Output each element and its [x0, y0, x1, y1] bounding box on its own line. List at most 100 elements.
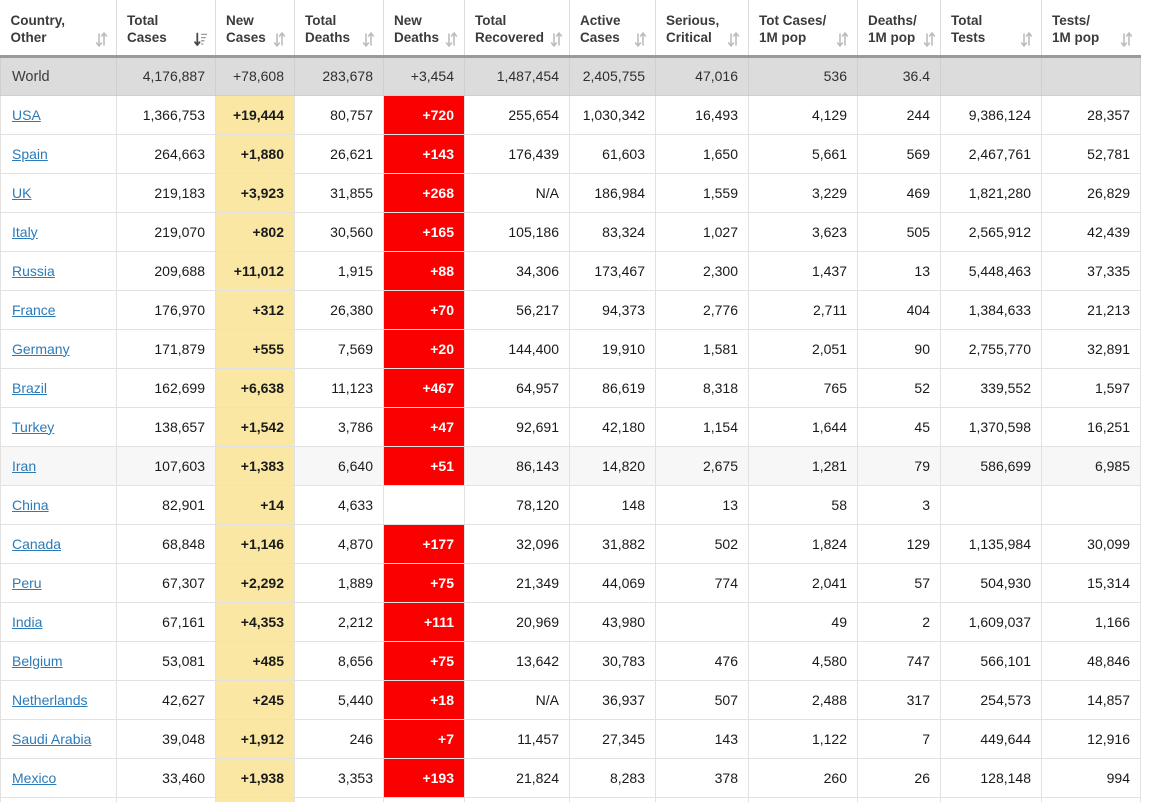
- table-row: USA 1,366,753 +19,444 80,757 +720 255,654 1,03…: [0, 94, 1141, 135]
- column-header-deaths_per_1m[interactable]: Deaths/1M pop: [857, 0, 941, 58]
- cell-tot_cases_per_1m: 1,122: [748, 718, 858, 759]
- country-link[interactable]: Canada: [12, 536, 61, 552]
- sort-both-icon[interactable]: [273, 31, 286, 47]
- country-link[interactable]: USA: [12, 107, 41, 123]
- column-header-country[interactable]: Country, Other: [0, 0, 117, 58]
- table-row: Peru 67,307 +2,292 1,889 +75 21,349 44,069 774 2…: [0, 562, 1141, 603]
- cell-tot_cases_per_1m: 49: [748, 601, 858, 642]
- country-link[interactable]: Russia: [12, 263, 55, 279]
- cell-total_tests: 1,384,633: [940, 289, 1042, 330]
- cell-tests_per_1m: [1041, 796, 1141, 802]
- sort-descending-icon[interactable]: [194, 32, 207, 47]
- table-row: Saudi Arabia 39,048 +1,912 246 +7 11,457 27,34…: [0, 718, 1141, 759]
- cell-serious_critical: 16,493: [655, 94, 749, 135]
- column-header-serious_critical[interactable]: Serious, Critical: [655, 0, 749, 58]
- country-link[interactable]: Netherlands: [12, 692, 88, 708]
- table-row: Turkey 138,657 +1,542 3,786 +47 92,691 42,180 1…: [0, 406, 1141, 447]
- cell-total_recovered: 1,487,454: [464, 55, 570, 96]
- country-link[interactable]: Turkey: [12, 419, 54, 435]
- covid-stats-table-container: Country, Other Total Cases New Cases Total Deat…: [0, 0, 1152, 802]
- cell-active_cases: 8,283: [569, 757, 656, 798]
- column-header-line1: New: [394, 12, 422, 28]
- cell-total_tests: 2,755,770: [940, 328, 1042, 369]
- cell-country: Netherlands: [0, 679, 117, 720]
- cell-new_deaths: +75: [383, 562, 465, 603]
- country-link[interactable]: Mexico: [12, 770, 56, 786]
- column-header-tot_cases_per_1m[interactable]: Tot Cases/1M pop: [748, 0, 858, 58]
- sort-both-icon[interactable]: [836, 31, 849, 47]
- country-link[interactable]: Italy: [12, 224, 38, 240]
- sort-both-icon[interactable]: [727, 31, 740, 47]
- country-link[interactable]: Brazil: [12, 380, 47, 396]
- column-header-line1: New: [226, 12, 254, 28]
- column-header-new_deaths[interactable]: New Deaths: [383, 0, 465, 58]
- cell-total_cases: 219,070: [116, 211, 216, 252]
- table-row: China 82,901 +14 4,633 78,120 148 13 58 3: [0, 484, 1141, 525]
- cell-total_tests: 2,565,912: [940, 211, 1042, 252]
- cell-total_cases: 4,176,887: [116, 55, 216, 96]
- cell-country: India: [0, 601, 117, 642]
- cell-total_deaths: 80,757: [294, 94, 384, 135]
- cell-deaths_per_1m: 7: [857, 718, 941, 759]
- cell-total_cases: 67,307: [116, 562, 216, 603]
- column-header-line2: Other: [10, 29, 47, 45]
- country-link[interactable]: Iran: [12, 458, 36, 474]
- sort-both-icon[interactable]: [634, 31, 647, 47]
- cell-total_cases: 264,663: [116, 133, 216, 174]
- sort-both-icon[interactable]: [95, 31, 108, 47]
- column-header-line1: Total: [475, 12, 507, 28]
- cell-active_cases: 43,980: [569, 601, 656, 642]
- header-row: Country, Other Total Cases New Cases Total Deat…: [0, 0, 1141, 58]
- country-link[interactable]: Germany: [12, 341, 70, 357]
- table-row: Brazil 162,699 +6,638 11,123 +467 64,957 86,61…: [0, 367, 1141, 408]
- cell-country: Russia: [0, 250, 117, 291]
- cell-country: [0, 796, 117, 802]
- sort-both-icon[interactable]: [1120, 31, 1133, 47]
- cell-new_cases: +1,146: [215, 523, 295, 564]
- country-link[interactable]: China: [12, 497, 49, 513]
- cell-deaths_per_1m: 79: [857, 445, 941, 486]
- sort-both-icon[interactable]: [923, 31, 936, 47]
- table-row: Belgium 53,081 +485 8,656 +75 13,642 30,783 476…: [0, 640, 1141, 681]
- cell-total_deaths: 11,123: [294, 367, 384, 408]
- column-header-total_cases[interactable]: Total Cases: [116, 0, 216, 58]
- sort-both-icon[interactable]: [1020, 31, 1033, 47]
- cell-tests_per_1m: 16,251: [1041, 406, 1141, 447]
- country-link[interactable]: Saudi Arabia: [12, 731, 91, 747]
- sort-both-icon[interactable]: [362, 31, 375, 47]
- country-link[interactable]: France: [12, 302, 56, 318]
- cell-total_deaths: [294, 796, 384, 802]
- cell-total_tests: 9,386,124: [940, 94, 1042, 135]
- country-link[interactable]: India: [12, 614, 42, 630]
- sort-both-icon[interactable]: [445, 31, 458, 47]
- cell-total_deaths: 246: [294, 718, 384, 759]
- cell-total_tests: 566,101: [940, 640, 1042, 681]
- cell-total_deaths: 6,640: [294, 445, 384, 486]
- table-row: Germany 171,879 +555 7,569 +20 144,400 19,910 1…: [0, 328, 1141, 369]
- cell-serious_critical: 502: [655, 523, 749, 564]
- country-link[interactable]: Peru: [12, 575, 42, 591]
- cell-new_cases: +1,542: [215, 406, 295, 447]
- column-header-total_deaths[interactable]: Total Deaths: [294, 0, 384, 58]
- country-link[interactable]: UK: [12, 185, 31, 201]
- country-link[interactable]: Belgium: [12, 653, 63, 669]
- column-header-total_recovered[interactable]: Total Recovered: [464, 0, 570, 58]
- cell-total_recovered: 21,349: [464, 562, 570, 603]
- cell-country: Canada: [0, 523, 117, 564]
- table-row: Iran 107,603 +1,383 6,640 +51 86,143 14,820 2,6…: [0, 445, 1141, 486]
- country-link[interactable]: Spain: [12, 146, 48, 162]
- column-header-active_cases[interactable]: Active Cases: [569, 0, 656, 58]
- column-header-line2: Cases: [580, 29, 620, 45]
- cell-country: China: [0, 484, 117, 525]
- column-header-new_cases[interactable]: New Cases: [215, 0, 295, 58]
- column-header-tests_per_1m[interactable]: Tests/1M pop: [1041, 0, 1141, 58]
- cell-country: Iran: [0, 445, 117, 486]
- column-header-line1: Total: [951, 12, 983, 28]
- cell-country: Brazil: [0, 367, 117, 408]
- cell-deaths_per_1m: 52: [857, 367, 941, 408]
- column-header-total_tests[interactable]: Total Tests: [940, 0, 1042, 58]
- cell-deaths_per_1m: 36.4: [857, 55, 941, 96]
- sort-both-icon[interactable]: [550, 31, 563, 47]
- column-header-label: Total Cases: [127, 12, 167, 46]
- cell-tests_per_1m: 15,314: [1041, 562, 1141, 603]
